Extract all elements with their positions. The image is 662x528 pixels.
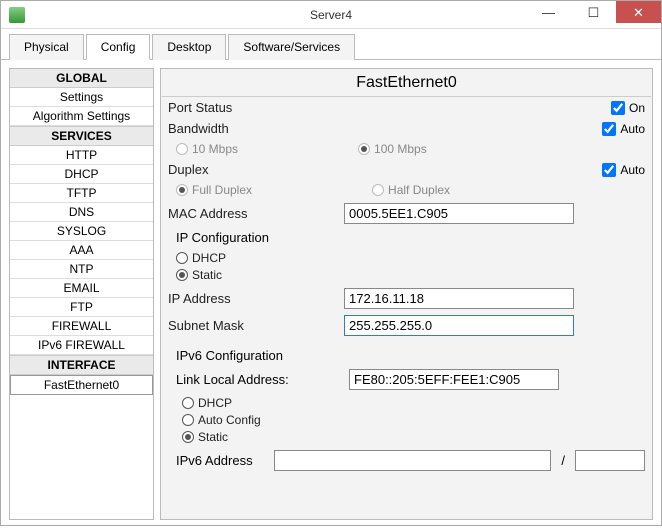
ipv6-config-label: IPv6 Configuration xyxy=(162,345,651,366)
radio-icon xyxy=(182,397,194,409)
bandwidth-10-option[interactable]: 10 Mbps xyxy=(176,142,238,156)
ip-dhcp-option[interactable]: DHCP xyxy=(176,251,226,265)
mac-address-input[interactable] xyxy=(344,203,574,224)
duplex-auto-label: Auto xyxy=(620,163,645,177)
ipv6-prefix-input[interactable] xyxy=(575,450,645,471)
tab-config[interactable]: Config xyxy=(86,34,151,60)
ip-address-label: IP Address xyxy=(168,291,338,306)
radio-icon xyxy=(358,143,370,155)
ipv6-dhcp-option[interactable]: DHCP xyxy=(182,396,232,410)
bandwidth-auto-label: Auto xyxy=(620,122,645,136)
port-status-label: Port Status xyxy=(168,100,338,115)
sidebar-header-global: GLOBAL xyxy=(10,69,153,88)
duplex-half-option[interactable]: Half Duplex xyxy=(372,183,450,197)
sidebar-header-interface: INTERFACE xyxy=(10,355,153,375)
ip-config-label: IP Configuration xyxy=(162,227,651,248)
bandwidth-auto-checkbox[interactable] xyxy=(602,122,616,136)
bandwidth-label: Bandwidth xyxy=(168,121,338,136)
sidebar-item-dns[interactable]: DNS xyxy=(10,203,153,222)
radio-icon xyxy=(176,143,188,155)
radio-icon xyxy=(176,269,188,281)
port-status-on: On xyxy=(629,101,645,115)
tab-desktop[interactable]: Desktop xyxy=(152,34,226,60)
tab-physical[interactable]: Physical xyxy=(9,34,84,60)
duplex-full-option[interactable]: Full Duplex xyxy=(176,183,252,197)
ipv6-autoconfig-option[interactable]: Auto Config xyxy=(182,413,261,427)
tab-software[interactable]: Software/Services xyxy=(228,34,355,60)
sidebar-item-firewall[interactable]: FIREWALL xyxy=(10,317,153,336)
duplex-auto-checkbox[interactable] xyxy=(602,163,616,177)
duplex-label: Duplex xyxy=(168,162,338,177)
link-local-label: Link Local Address: xyxy=(168,372,343,387)
tab-bar: Physical Config Desktop Software/Service… xyxy=(1,29,661,60)
sidebar-item-ntp[interactable]: NTP xyxy=(10,260,153,279)
sidebar-item-ipv6firewall[interactable]: IPv6 FIREWALL xyxy=(10,336,153,355)
subnet-mask-label: Subnet Mask xyxy=(168,318,338,333)
ip-address-input[interactable] xyxy=(344,288,574,309)
sidebar: GLOBAL Settings Algorithm Settings SERVI… xyxy=(9,68,154,520)
ipv6-slash: / xyxy=(557,453,569,468)
radio-icon xyxy=(176,252,188,264)
radio-icon xyxy=(182,414,194,426)
radio-icon xyxy=(372,184,384,196)
maximize-button[interactable]: ☐ xyxy=(571,1,616,23)
sidebar-header-services: SERVICES xyxy=(10,126,153,146)
minimize-button[interactable]: — xyxy=(526,1,571,23)
sidebar-item-aaa[interactable]: AAA xyxy=(10,241,153,260)
sidebar-item-syslog[interactable]: SYSLOG xyxy=(10,222,153,241)
ip-static-option[interactable]: Static xyxy=(176,268,222,282)
link-local-input[interactable] xyxy=(349,369,559,390)
bandwidth-100-option[interactable]: 100 Mbps xyxy=(358,142,427,156)
ipv6-static-option[interactable]: Static xyxy=(182,430,228,444)
port-status-checkbox[interactable] xyxy=(611,101,625,115)
radio-icon xyxy=(182,431,194,443)
ipv6-address-label: IPv6 Address xyxy=(168,453,268,468)
sidebar-item-fastethernet0[interactable]: FastEthernet0 xyxy=(10,375,153,395)
ipv6-address-input[interactable] xyxy=(274,450,551,471)
sidebar-item-http[interactable]: HTTP xyxy=(10,146,153,165)
panel-title: FastEthernet0 xyxy=(162,70,651,97)
sidebar-item-tftp[interactable]: TFTP xyxy=(10,184,153,203)
sidebar-item-algorithm[interactable]: Algorithm Settings xyxy=(10,107,153,126)
main-panel: FastEthernet0 Port Status On Bandwidth A… xyxy=(160,68,653,520)
titlebar: Server4 — ☐ ✕ xyxy=(1,1,661,29)
sidebar-item-email[interactable]: EMAIL xyxy=(10,279,153,298)
app-window: Server4 — ☐ ✕ Physical Config Desktop So… xyxy=(0,0,662,526)
sidebar-item-dhcp[interactable]: DHCP xyxy=(10,165,153,184)
sidebar-item-settings[interactable]: Settings xyxy=(10,88,153,107)
subnet-mask-input[interactable] xyxy=(344,315,574,336)
radio-icon xyxy=(176,184,188,196)
mac-address-label: MAC Address xyxy=(168,206,338,221)
sidebar-item-ftp[interactable]: FTP xyxy=(10,298,153,317)
close-button[interactable]: ✕ xyxy=(616,1,661,23)
